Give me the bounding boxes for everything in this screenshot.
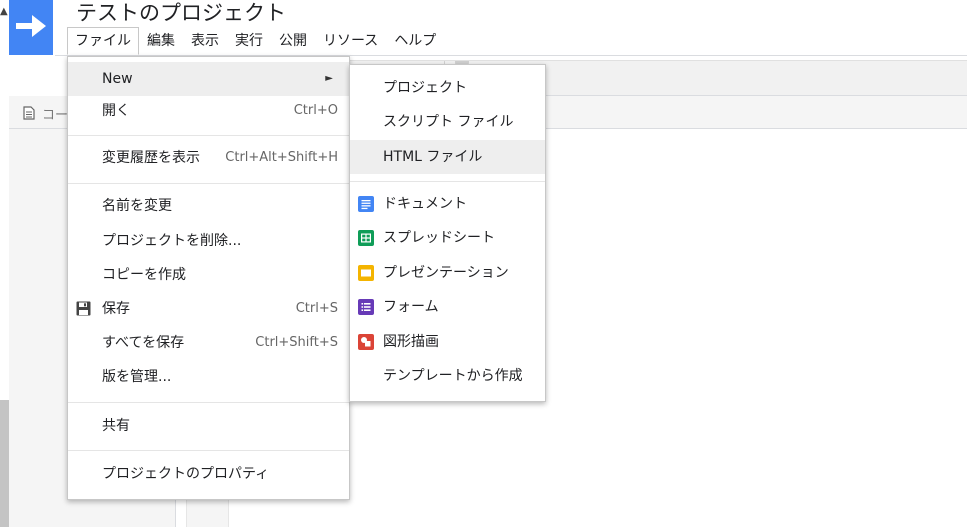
file-tab-label[interactable]: コー [42, 104, 68, 123]
menu-item-label: New [102, 71, 133, 87]
left-edge: ▲ [0, 0, 9, 527]
menu-item-label: 版を管理... [102, 369, 172, 385]
shortcut-label: Ctrl+Alt+Shift+H [225, 150, 338, 165]
menu-run[interactable]: 実行 [227, 27, 271, 55]
menu-divider [68, 183, 349, 184]
menu-item-label: ドキュメント [383, 196, 467, 212]
submenu-item-form[interactable]: フォーム [350, 290, 545, 324]
submenu-arrow-icon: ► [325, 73, 333, 84]
menu-item-open[interactable]: 開く Ctrl+O [68, 94, 349, 128]
menu-item-label: HTML ファイル [383, 149, 483, 165]
save-icon [76, 301, 91, 316]
scrollbar[interactable] [0, 400, 9, 527]
submenu-item-drawing[interactable]: 図形描画 [350, 325, 545, 359]
submenu-item-presentation[interactable]: プレゼンテーション [350, 256, 545, 290]
shortcut-label: Ctrl+Shift+S [255, 335, 338, 350]
submenu-item-project[interactable]: プロジェクト [350, 71, 545, 105]
menu-view[interactable]: 表示 [183, 27, 227, 55]
project-title[interactable]: テストのプロジェクト [76, 0, 286, 26]
slides-icon [358, 265, 374, 281]
menu-divider [68, 402, 349, 403]
menu-item-label: プレゼンテーション [383, 265, 509, 281]
submenu-item-from-template[interactable]: テンプレートから作成 [350, 359, 545, 393]
menu-publish[interactable]: 公開 [271, 27, 315, 55]
menu-item-save[interactable]: 保存 Ctrl+S [68, 292, 349, 326]
submenu-item-script-file[interactable]: スクリプト ファイル [350, 105, 545, 139]
menu-item-label: 保存 [102, 301, 130, 317]
menu-item-project-properties[interactable]: プロジェクトのプロパティ [68, 457, 349, 491]
arrow-right-icon [16, 15, 46, 37]
file-menu: New ► 開く Ctrl+O 変更履歴を表示 Ctrl+Alt+Shift+H… [67, 56, 350, 500]
menu-item-label: テンプレートから作成 [383, 368, 523, 384]
menu-resources[interactable]: リソース [315, 27, 386, 55]
menu-divider [68, 450, 349, 451]
menu-item-label: フォーム [383, 299, 439, 315]
menu-help[interactable]: ヘルプ [386, 27, 444, 55]
drawings-icon [358, 334, 374, 350]
apps-script-logo[interactable] [9, 0, 53, 55]
menu-item-save-all[interactable]: すべてを保存 Ctrl+Shift+S [68, 326, 349, 360]
caret-up-icon: ▲ [0, 6, 8, 17]
menu-edit[interactable]: 編集 [139, 27, 183, 55]
menu-item-delete-project[interactable]: プロジェクトを削除... [68, 224, 349, 258]
menu-item-label: プロジェクト [383, 80, 467, 96]
menu-item-label: コピーを作成 [102, 267, 186, 283]
docs-icon [358, 196, 374, 212]
document-icon [23, 106, 35, 120]
menu-item-label: 変更履歴を表示 [102, 150, 200, 166]
menu-item-rename[interactable]: 名前を変更 [68, 189, 349, 223]
menu-item-label: 共有 [102, 418, 130, 434]
menu-item-label: 名前を変更 [102, 198, 172, 214]
submenu-item-spreadsheet[interactable]: スプレッドシート [350, 221, 545, 255]
menu-item-make-copy[interactable]: コピーを作成 [68, 258, 349, 292]
menu-item-history[interactable]: 変更履歴を表示 Ctrl+Alt+Shift+H [68, 141, 349, 175]
menu-item-label: スプレッドシート [383, 230, 495, 246]
menu-item-label: 図形描画 [383, 334, 439, 350]
menu-item-label: 開く [102, 103, 130, 119]
menu-item-label: プロジェクトのプロパティ [102, 466, 270, 482]
menu-file[interactable]: ファイル [67, 27, 139, 55]
sheets-icon [358, 230, 374, 246]
menu-item-label: プロジェクトを削除... [102, 233, 242, 249]
menu-item-label: すべてを保存 [102, 335, 185, 351]
submenu-item-html-file[interactable]: HTML ファイル [350, 140, 545, 174]
menu-divider [68, 135, 349, 136]
menubar: ファイル 編集 表示 実行 公開 リソース ヘルプ [67, 27, 444, 55]
submenu-item-document[interactable]: ドキュメント [350, 187, 545, 221]
menu-item-label: スクリプト ファイル [383, 114, 514, 130]
menu-item-manage-versions[interactable]: 版を管理... [68, 360, 349, 394]
menu-item-new[interactable]: New ► [68, 62, 349, 96]
forms-icon [358, 299, 374, 315]
new-submenu: プロジェクト スクリプト ファイル HTML ファイル ドキュメント スプレッド… [349, 64, 546, 402]
shortcut-label: Ctrl+S [295, 301, 338, 316]
menu-divider [350, 181, 545, 182]
menu-item-share[interactable]: 共有 [68, 409, 349, 443]
shortcut-label: Ctrl+O [293, 103, 338, 118]
